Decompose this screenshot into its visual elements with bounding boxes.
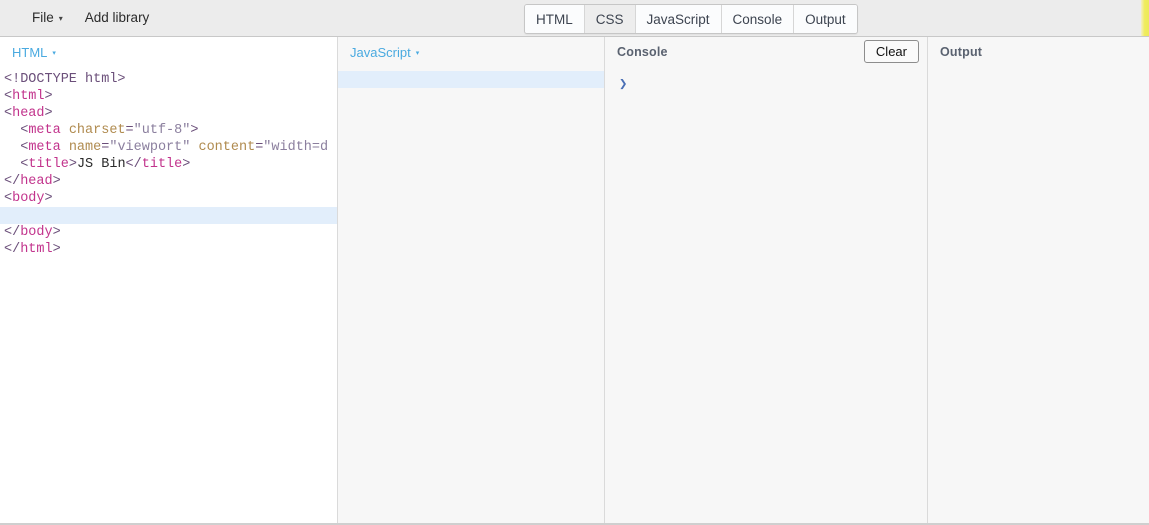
code-token: name	[69, 140, 101, 155]
code-token: >	[53, 174, 61, 189]
code-line[interactable]: <meta charset="utf-8">	[0, 122, 337, 139]
code-token: =	[126, 123, 134, 138]
code-line[interactable]: <body>	[0, 190, 337, 207]
code-token	[61, 123, 69, 138]
code-token: >	[182, 157, 190, 172]
tab-output[interactable]: Output	[794, 5, 857, 33]
code-token: meta	[28, 140, 60, 155]
panel-javascript-title-dropdown[interactable]: JavaScript ▾	[350, 45, 419, 60]
code-line[interactable]: <title>JS Bin</title>	[0, 156, 337, 173]
code-token: >	[45, 191, 53, 206]
code-token: <	[4, 191, 12, 206]
code-token: <	[4, 106, 12, 121]
code-token: body	[12, 191, 44, 206]
tab-html-label: HTML	[536, 12, 573, 27]
code-token: >	[53, 242, 61, 257]
code-line[interactable]: </html>	[0, 241, 337, 258]
chevron-down-icon: ▾	[52, 49, 56, 57]
code-line[interactable]: <meta name="viewport" content="width=d	[0, 139, 337, 156]
code-line[interactable]: <!DOCTYPE html>	[0, 71, 337, 88]
tab-css-label: CSS	[596, 12, 624, 27]
code-token: head	[20, 174, 52, 189]
code-line[interactable]: <html>	[0, 88, 337, 105]
panel-html: HTML ▾ <!DOCTYPE html><html><head> <meta…	[0, 37, 338, 523]
panel-console: Console Clear ❯	[605, 37, 928, 523]
code-token: >	[190, 123, 198, 138]
code-token: >	[53, 225, 61, 240]
panel-output-header: Output	[928, 37, 1149, 67]
code-token: </	[4, 225, 20, 240]
code-line[interactable]: </head>	[0, 173, 337, 190]
tab-css[interactable]: CSS	[585, 5, 636, 33]
tab-javascript[interactable]: JavaScript	[636, 5, 722, 33]
panel-html-title: HTML	[12, 45, 47, 60]
menu-item-file-label: File	[32, 11, 54, 25]
panel-html-header: HTML ▾	[0, 37, 337, 67]
code-token: body	[20, 225, 52, 240]
code-line[interactable]: <head>	[0, 105, 337, 122]
code-token: title	[28, 157, 69, 172]
tab-javascript-label: JavaScript	[647, 12, 710, 27]
panel-javascript-title: JavaScript	[350, 45, 411, 60]
code-token: </	[4, 242, 20, 257]
code-token: "utf-8"	[134, 123, 191, 138]
panel-javascript: JavaScript ▾	[338, 37, 605, 523]
code-token: <	[4, 89, 12, 104]
panel-console-title: Console	[617, 45, 668, 59]
menu-item-file[interactable]: File ▾	[32, 11, 63, 25]
tab-console[interactable]: Console	[722, 5, 795, 33]
code-token: title	[142, 157, 183, 172]
clear-console-button[interactable]: Clear	[864, 40, 919, 63]
app-header: File ▾ Add library HTML CSS JavaScript C…	[0, 0, 1149, 37]
panel-console-header: Console Clear	[605, 37, 927, 67]
tab-output-label: Output	[805, 12, 846, 27]
code-line[interactable]	[0, 207, 337, 224]
chevron-down-icon: ▾	[59, 15, 63, 23]
code-line[interactable]	[338, 71, 604, 88]
code-token: <	[4, 123, 28, 138]
code-token: content	[198, 140, 255, 155]
code-token: </	[4, 174, 20, 189]
code-token: >	[45, 106, 53, 121]
code-token	[61, 140, 69, 155]
panel-output: Output	[928, 37, 1149, 523]
html-code-editor[interactable]: <!DOCTYPE html><html><head> <meta charse…	[0, 67, 337, 258]
menu-item-add-library[interactable]: Add library	[85, 11, 150, 25]
code-token: <	[4, 140, 28, 155]
code-token: JS Bin	[77, 157, 126, 172]
menu-item-add-library-label: Add library	[85, 11, 150, 25]
code-token: </	[126, 157, 142, 172]
panel-html-title-dropdown[interactable]: HTML ▾	[12, 45, 56, 60]
code-token: "viewport"	[109, 140, 190, 155]
code-token: >	[69, 157, 77, 172]
header-menu: File ▾ Add library	[32, 0, 149, 36]
console-output-area[interactable]: ❯	[605, 67, 927, 93]
code-token: meta	[28, 123, 60, 138]
tab-html[interactable]: HTML	[525, 5, 585, 33]
chevron-down-icon: ▾	[416, 49, 420, 57]
header-accent-strip[interactable]	[1141, 0, 1149, 36]
code-token: html	[20, 242, 52, 257]
code-token: "width=d	[263, 140, 328, 155]
panel-javascript-header: JavaScript ▾	[338, 37, 604, 67]
editor-panels: HTML ▾ <!DOCTYPE html><html><head> <meta…	[0, 37, 1149, 523]
code-token: head	[12, 106, 44, 121]
code-token: >	[45, 89, 53, 104]
code-line[interactable]: </body>	[0, 224, 337, 241]
panel-output-title: Output	[940, 45, 982, 59]
code-token: html	[12, 89, 44, 104]
code-token: <!DOCTYPE html>	[4, 72, 126, 87]
console-prompt-icon: ❯	[619, 77, 927, 93]
tab-console-label: Console	[733, 12, 783, 27]
code-token: <	[4, 157, 28, 172]
code-token: charset	[69, 123, 126, 138]
panel-toggle-tabs: HTML CSS JavaScript Console Output	[524, 4, 858, 34]
javascript-code-editor[interactable]	[338, 67, 604, 88]
